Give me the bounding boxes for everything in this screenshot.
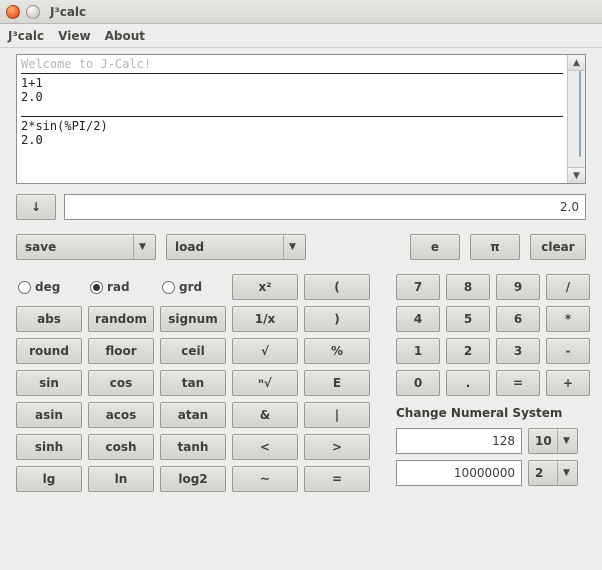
fn-asin-button[interactable]: asin: [16, 402, 82, 428]
window-titlebar: J³calc: [0, 0, 602, 24]
menu-bar: J³calc View About: [0, 24, 602, 48]
key-6[interactable]: 6: [496, 306, 540, 332]
fn-xsq-button[interactable]: x²: [232, 274, 298, 300]
history-result: 2.0: [21, 90, 563, 104]
history-result: 2.0: [21, 133, 563, 147]
scroll-up-icon[interactable]: ▲: [568, 55, 585, 71]
angle-deg-radio[interactable]: deg: [16, 274, 82, 300]
fn-signum-button[interactable]: signum: [160, 306, 226, 332]
fn-lt-button[interactable]: <: [232, 434, 298, 460]
fn-round-button[interactable]: round: [16, 338, 82, 364]
clear-button[interactable]: clear: [530, 234, 586, 260]
fn-and-button[interactable]: &: [232, 402, 298, 428]
key-eq[interactable]: =: [496, 370, 540, 396]
window-title: J³calc: [50, 5, 86, 19]
fn-cosh-button[interactable]: cosh: [88, 434, 154, 460]
history-divider: [21, 116, 563, 117]
save-label: save: [25, 240, 133, 254]
key-add[interactable]: +: [546, 370, 590, 396]
numsys-input-field[interactable]: 128: [396, 428, 522, 454]
chevron-down-icon: ▼: [133, 235, 151, 259]
key-0[interactable]: 0: [396, 370, 440, 396]
history-divider: [21, 73, 563, 74]
fn-lg-button[interactable]: lg: [16, 466, 82, 492]
chevron-down-icon: ▼: [557, 461, 575, 485]
menu-view[interactable]: View: [58, 29, 90, 43]
fn-percent-button[interactable]: %: [304, 338, 370, 364]
fn-acos-button[interactable]: acos: [88, 402, 154, 428]
menu-about[interactable]: About: [105, 29, 145, 43]
content-area: Welcome to J-Calc! 1+1 2.0 2*sin(%PI/2) …: [0, 48, 602, 504]
chevron-down-icon: ▼: [557, 429, 575, 453]
history-scrollbar[interactable]: ▲ ▼: [567, 55, 585, 183]
minimize-icon[interactable]: [26, 5, 40, 19]
fn-tan-button[interactable]: tan: [160, 370, 226, 396]
numsys-input-base[interactable]: 10 ▼: [528, 428, 578, 454]
fn-or-button[interactable]: |: [304, 402, 370, 428]
key-div[interactable]: /: [546, 274, 590, 300]
key-1[interactable]: 1: [396, 338, 440, 364]
fn-eqop-button[interactable]: =: [304, 466, 370, 492]
fn-atan-button[interactable]: atan: [160, 402, 226, 428]
angle-rad-radio[interactable]: rad: [88, 274, 154, 300]
scroll-down-icon[interactable]: ▼: [568, 167, 585, 183]
history-expr: 1+1: [21, 76, 563, 90]
numpad-grid: 7 8 9 / 4 5 6 * 1 2 3 - 0 . = +: [396, 274, 590, 492]
numsys-output-base[interactable]: 2 ▼: [528, 460, 578, 486]
key-3[interactable]: 3: [496, 338, 540, 364]
const-pi-button[interactable]: π: [470, 234, 520, 260]
fn-gt-button[interactable]: >: [304, 434, 370, 460]
numsys-output-field[interactable]: 10000000: [396, 460, 522, 486]
fn-exp-button[interactable]: E: [304, 370, 370, 396]
fn-sinh-button[interactable]: sinh: [16, 434, 82, 460]
fn-recip-button[interactable]: 1/x: [232, 306, 298, 332]
history-welcome: Welcome to J-Calc!: [21, 57, 563, 71]
menu-app[interactable]: J³calc: [8, 29, 44, 43]
save-combo[interactable]: save ▼: [16, 234, 156, 260]
key-sub[interactable]: -: [546, 338, 590, 364]
fn-lparen-button[interactable]: (: [304, 274, 370, 300]
fn-abs-button[interactable]: abs: [16, 306, 82, 332]
numeral-system-label: Change Numeral System: [396, 402, 590, 422]
key-7[interactable]: 7: [396, 274, 440, 300]
key-5[interactable]: 5: [446, 306, 490, 332]
fn-sqrt-button[interactable]: √: [232, 338, 298, 364]
angle-grd-radio[interactable]: grd: [160, 274, 226, 300]
close-icon[interactable]: [6, 5, 20, 19]
key-2[interactable]: 2: [446, 338, 490, 364]
fn-rparen-button[interactable]: ): [304, 306, 370, 332]
fn-floor-button[interactable]: floor: [88, 338, 154, 364]
radio-icon: [90, 281, 103, 294]
key-9[interactable]: 9: [496, 274, 540, 300]
fn-log2-button[interactable]: log2: [160, 466, 226, 492]
insert-down-button[interactable]: ↓: [16, 194, 56, 220]
load-combo[interactable]: load ▼: [166, 234, 306, 260]
key-mul[interactable]: *: [546, 306, 590, 332]
fn-ln-button[interactable]: ln: [88, 466, 154, 492]
key-4[interactable]: 4: [396, 306, 440, 332]
fn-sin-button[interactable]: sin: [16, 370, 82, 396]
radio-icon: [18, 281, 31, 294]
history-text[interactable]: Welcome to J-Calc! 1+1 2.0 2*sin(%PI/2) …: [17, 55, 567, 183]
result-field[interactable]: 2.0: [64, 194, 586, 220]
load-label: load: [175, 240, 283, 254]
history-panel: Welcome to J-Calc! 1+1 2.0 2*sin(%PI/2) …: [16, 54, 586, 184]
fn-random-button[interactable]: random: [88, 306, 154, 332]
fn-ceil-button[interactable]: ceil: [160, 338, 226, 364]
chevron-down-icon: ▼: [283, 235, 301, 259]
fn-cos-button[interactable]: cos: [88, 370, 154, 396]
fn-nroot-button[interactable]: ⁿ√: [232, 370, 298, 396]
fn-not-button[interactable]: ~: [232, 466, 298, 492]
key-dot[interactable]: .: [446, 370, 490, 396]
history-expr: 2*sin(%PI/2): [21, 119, 563, 133]
key-8[interactable]: 8: [446, 274, 490, 300]
fn-tanh-button[interactable]: tanh: [160, 434, 226, 460]
radio-icon: [162, 281, 175, 294]
scroll-thumb[interactable]: [579, 71, 581, 157]
function-grid: deg rad grd x² ( abs random signum 1/x: [16, 274, 370, 492]
const-e-button[interactable]: e: [410, 234, 460, 260]
